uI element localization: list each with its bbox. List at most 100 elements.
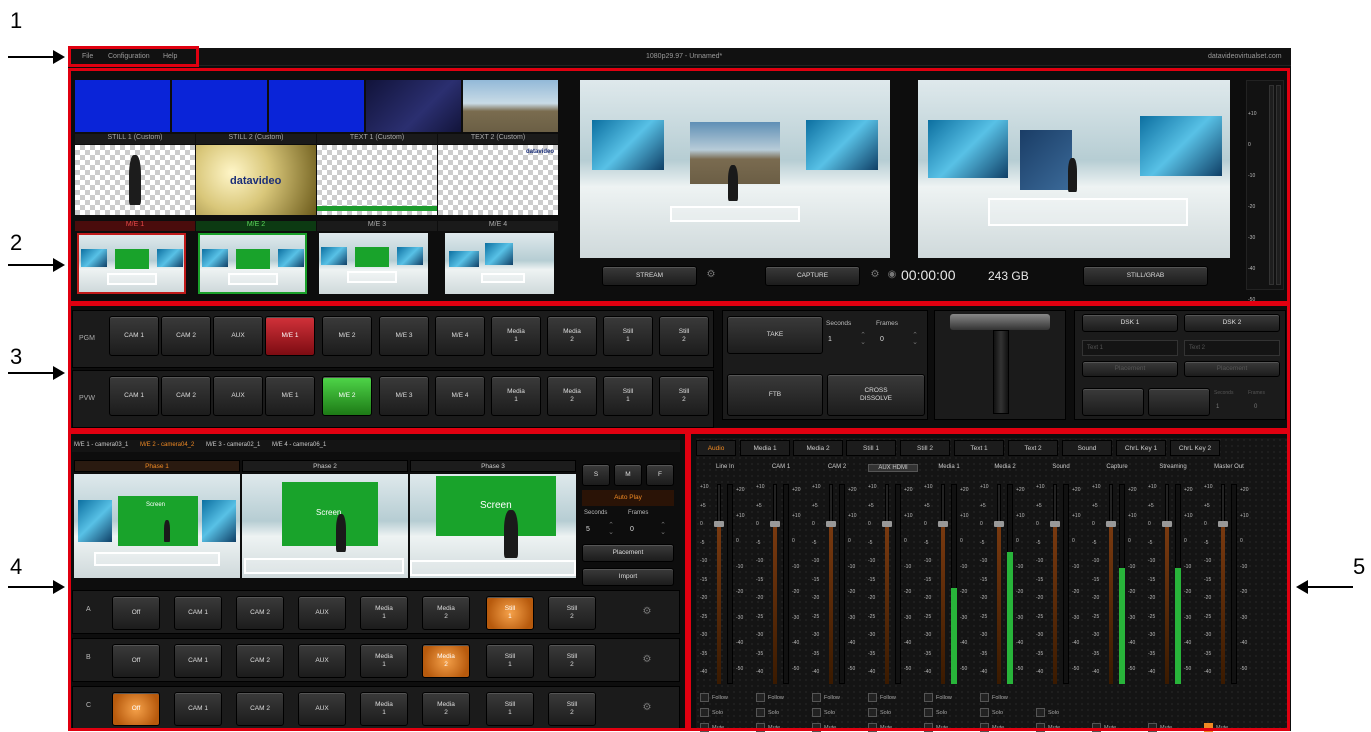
menu-file[interactable]: File (82, 53, 93, 60)
phase-1-preview[interactable]: Screen (74, 474, 240, 578)
speed-slow-button[interactable]: S (582, 464, 610, 486)
layer-a-button-3[interactable]: CAM 2 (236, 596, 284, 630)
take-button[interactable]: TAKE (727, 316, 823, 354)
pvw-button-9[interactable]: Media 2 (547, 376, 597, 416)
pgm-button-9[interactable]: Media 2 (547, 316, 597, 356)
phase-3-tab[interactable]: Phase 3 (410, 460, 576, 472)
transition-seconds-value[interactable]: 1 (828, 336, 832, 343)
audio-fader-knob-2[interactable] (770, 521, 780, 527)
pvw-button-4[interactable]: M/E 1 (265, 376, 315, 416)
layer-a-button-8[interactable]: Still 2 (548, 596, 596, 630)
audio-fader-knob-5[interactable] (938, 521, 948, 527)
phase-2-tab[interactable]: Phase 2 (242, 460, 408, 472)
layer-b-button-5[interactable]: Media 1 (360, 644, 408, 678)
pgm-button-7[interactable]: M/E 4 (435, 316, 485, 356)
me-import-button[interactable]: Import (582, 568, 674, 586)
audio-tab-1[interactable]: Audio (696, 440, 736, 456)
auto-play-button[interactable]: Auto Play (582, 490, 674, 506)
dsk1-source-select[interactable]: Text 1 (1082, 340, 1178, 356)
pgm-button-2[interactable]: CAM 2 (161, 316, 211, 356)
audio-tab-2[interactable]: Media 1 (740, 440, 790, 456)
dsk-cut-button[interactable] (1082, 388, 1144, 416)
source-thumb-2[interactable] (172, 80, 267, 132)
pvw-button-6[interactable]: M/E 3 (379, 376, 429, 416)
capture-settings-icon[interactable]: ⚙ (868, 269, 882, 280)
cross-dissolve-button[interactable]: CROSS DISSOLVE (827, 374, 925, 416)
layer-b-button-3[interactable]: CAM 2 (236, 644, 284, 678)
layer-b-button-2[interactable]: CAM 1 (174, 644, 222, 678)
pgm-button-10[interactable]: Still 1 (603, 316, 653, 356)
audio-tab-7[interactable]: Text 2 (1008, 440, 1058, 456)
phase-2-preview[interactable]: Screen (242, 474, 408, 578)
audio-follow-checkbox-2[interactable] (756, 693, 765, 702)
me-tab-2[interactable]: M/E 2 - camera04_2 (140, 442, 194, 448)
menu-help[interactable]: Help (163, 53, 177, 60)
layer-a-button-4[interactable]: AUX (298, 596, 346, 630)
audio-tab-10[interactable]: ChrL Key 2 (1170, 440, 1220, 456)
audio-tab-5[interactable]: Still 2 (900, 440, 950, 456)
audio-fader-knob-9[interactable] (1162, 521, 1172, 527)
dsk-seconds-value[interactable]: 1 (1216, 404, 1219, 410)
speed-fast-button[interactable]: F (646, 464, 674, 486)
dsk1-button[interactable]: DSK 1 (1082, 314, 1178, 332)
dsk1-placement-button[interactable]: Placement (1082, 361, 1178, 377)
layer-c-button-8[interactable]: Still 2 (548, 692, 596, 726)
layer-c-button-1[interactable]: Off (112, 692, 160, 726)
still-2-thumb[interactable]: datavideo (196, 145, 316, 215)
audio-follow-checkbox-5[interactable] (924, 693, 933, 702)
audio-fader-knob-7[interactable] (1050, 521, 1060, 527)
layer-settings-icon[interactable]: ⚙ (640, 702, 654, 713)
pvw-button-11[interactable]: Still 2 (659, 376, 709, 416)
source-thumb-4[interactable] (366, 80, 461, 132)
pvw-button-7[interactable]: M/E 4 (435, 376, 485, 416)
layer-c-button-2[interactable]: CAM 1 (174, 692, 222, 726)
layer-b-button-8[interactable]: Still 2 (548, 644, 596, 678)
source-thumb-1[interactable] (75, 80, 170, 132)
audio-follow-checkbox-3[interactable] (812, 693, 821, 702)
still-1-thumb[interactable] (75, 145, 195, 215)
phase-3-preview[interactable]: Screen (410, 474, 576, 578)
stream-settings-icon[interactable]: ⚙ (704, 269, 718, 280)
me-tab-3[interactable]: M/E 3 - camera02_1 (206, 442, 260, 448)
layer-c-button-7[interactable]: Still 1 (486, 692, 534, 726)
dsk-auto-button[interactable] (1148, 388, 1210, 416)
still-grab-button[interactable]: STILL/GRAB (1083, 266, 1208, 286)
audio-fader-knob-1[interactable] (714, 521, 724, 527)
dsk2-placement-button[interactable]: Placement (1184, 361, 1280, 377)
phase-1-tab[interactable]: Phase 1 (74, 460, 240, 472)
me-tab-4[interactable]: M/E 4 - camera06_1 (272, 442, 326, 448)
text-1-thumb[interactable] (317, 145, 437, 215)
layer-a-button-2[interactable]: CAM 1 (174, 596, 222, 630)
audio-solo-checkbox-2[interactable] (756, 708, 765, 717)
audio-tab-3[interactable]: Media 2 (793, 440, 843, 456)
dsk2-source-select[interactable]: Text 2 (1184, 340, 1280, 356)
layer-a-button-5[interactable]: Media 1 (360, 596, 408, 630)
pvw-button-8[interactable]: Media 1 (491, 376, 541, 416)
pvw-button-2[interactable]: CAM 2 (161, 376, 211, 416)
audio-solo-checkbox-5[interactable] (924, 708, 933, 717)
dsk2-button[interactable]: DSK 2 (1184, 314, 1280, 332)
source-thumb-5[interactable] (463, 80, 558, 132)
stream-button[interactable]: STREAM (602, 266, 697, 286)
audio-channel-label-4[interactable]: AUX HDMI (868, 464, 918, 472)
audio-solo-checkbox-7[interactable] (1036, 708, 1045, 717)
audio-tab-9[interactable]: ChrL Key 1 (1116, 440, 1166, 456)
layer-a-button-6[interactable]: Media 2 (422, 596, 470, 630)
layer-b-button-4[interactable]: AUX (298, 644, 346, 678)
menu-configuration[interactable]: Configuration (108, 53, 150, 60)
me-placement-button[interactable]: Placement (582, 544, 674, 562)
ftb-button[interactable]: FTB (727, 374, 823, 416)
audio-solo-checkbox-6[interactable] (980, 708, 989, 717)
audio-fader-knob-3[interactable] (826, 521, 836, 527)
tbar-handle[interactable] (950, 314, 1050, 330)
pvw-button-10[interactable]: Still 1 (603, 376, 653, 416)
audio-fader-knob-8[interactable] (1106, 521, 1116, 527)
pvw-button-5[interactable]: M/E 2 (322, 376, 372, 416)
me-seconds-stepper-icon[interactable]: ⌃ ⌄ (606, 522, 616, 536)
speed-medium-button[interactable]: M (614, 464, 642, 486)
pvw-button-1[interactable]: CAM 1 (109, 376, 159, 416)
me4-thumb[interactable] (445, 233, 554, 294)
layer-a-button-7[interactable]: Still 1 (486, 596, 534, 630)
audio-follow-checkbox-4[interactable] (868, 693, 877, 702)
pgm-button-3[interactable]: AUX (213, 316, 263, 356)
